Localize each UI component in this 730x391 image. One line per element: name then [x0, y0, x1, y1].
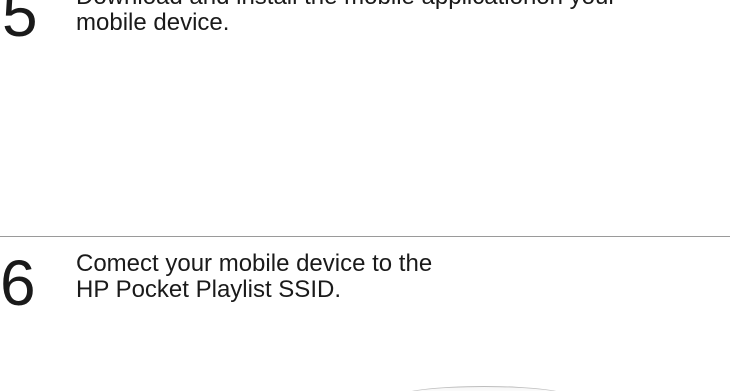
instruction-line: HP Pocket Playlist SSID. — [76, 276, 341, 303]
step-6: 6 Comect your mobile device to the HP Po… — [0, 237, 730, 391]
instruction-line: Comect your mobile device to the — [76, 250, 433, 277]
step-instruction: Comect your mobile device to the HP Pock… — [76, 251, 432, 303]
instruction-line: mobile device. — [76, 9, 230, 36]
step-number: 5 — [2, 0, 38, 50]
step-instruction: Download and install the mobile applicat… — [76, 0, 616, 36]
step-5: 5 Download and install the mobile applic… — [0, 0, 730, 230]
step-number: 6 — [0, 247, 36, 319]
